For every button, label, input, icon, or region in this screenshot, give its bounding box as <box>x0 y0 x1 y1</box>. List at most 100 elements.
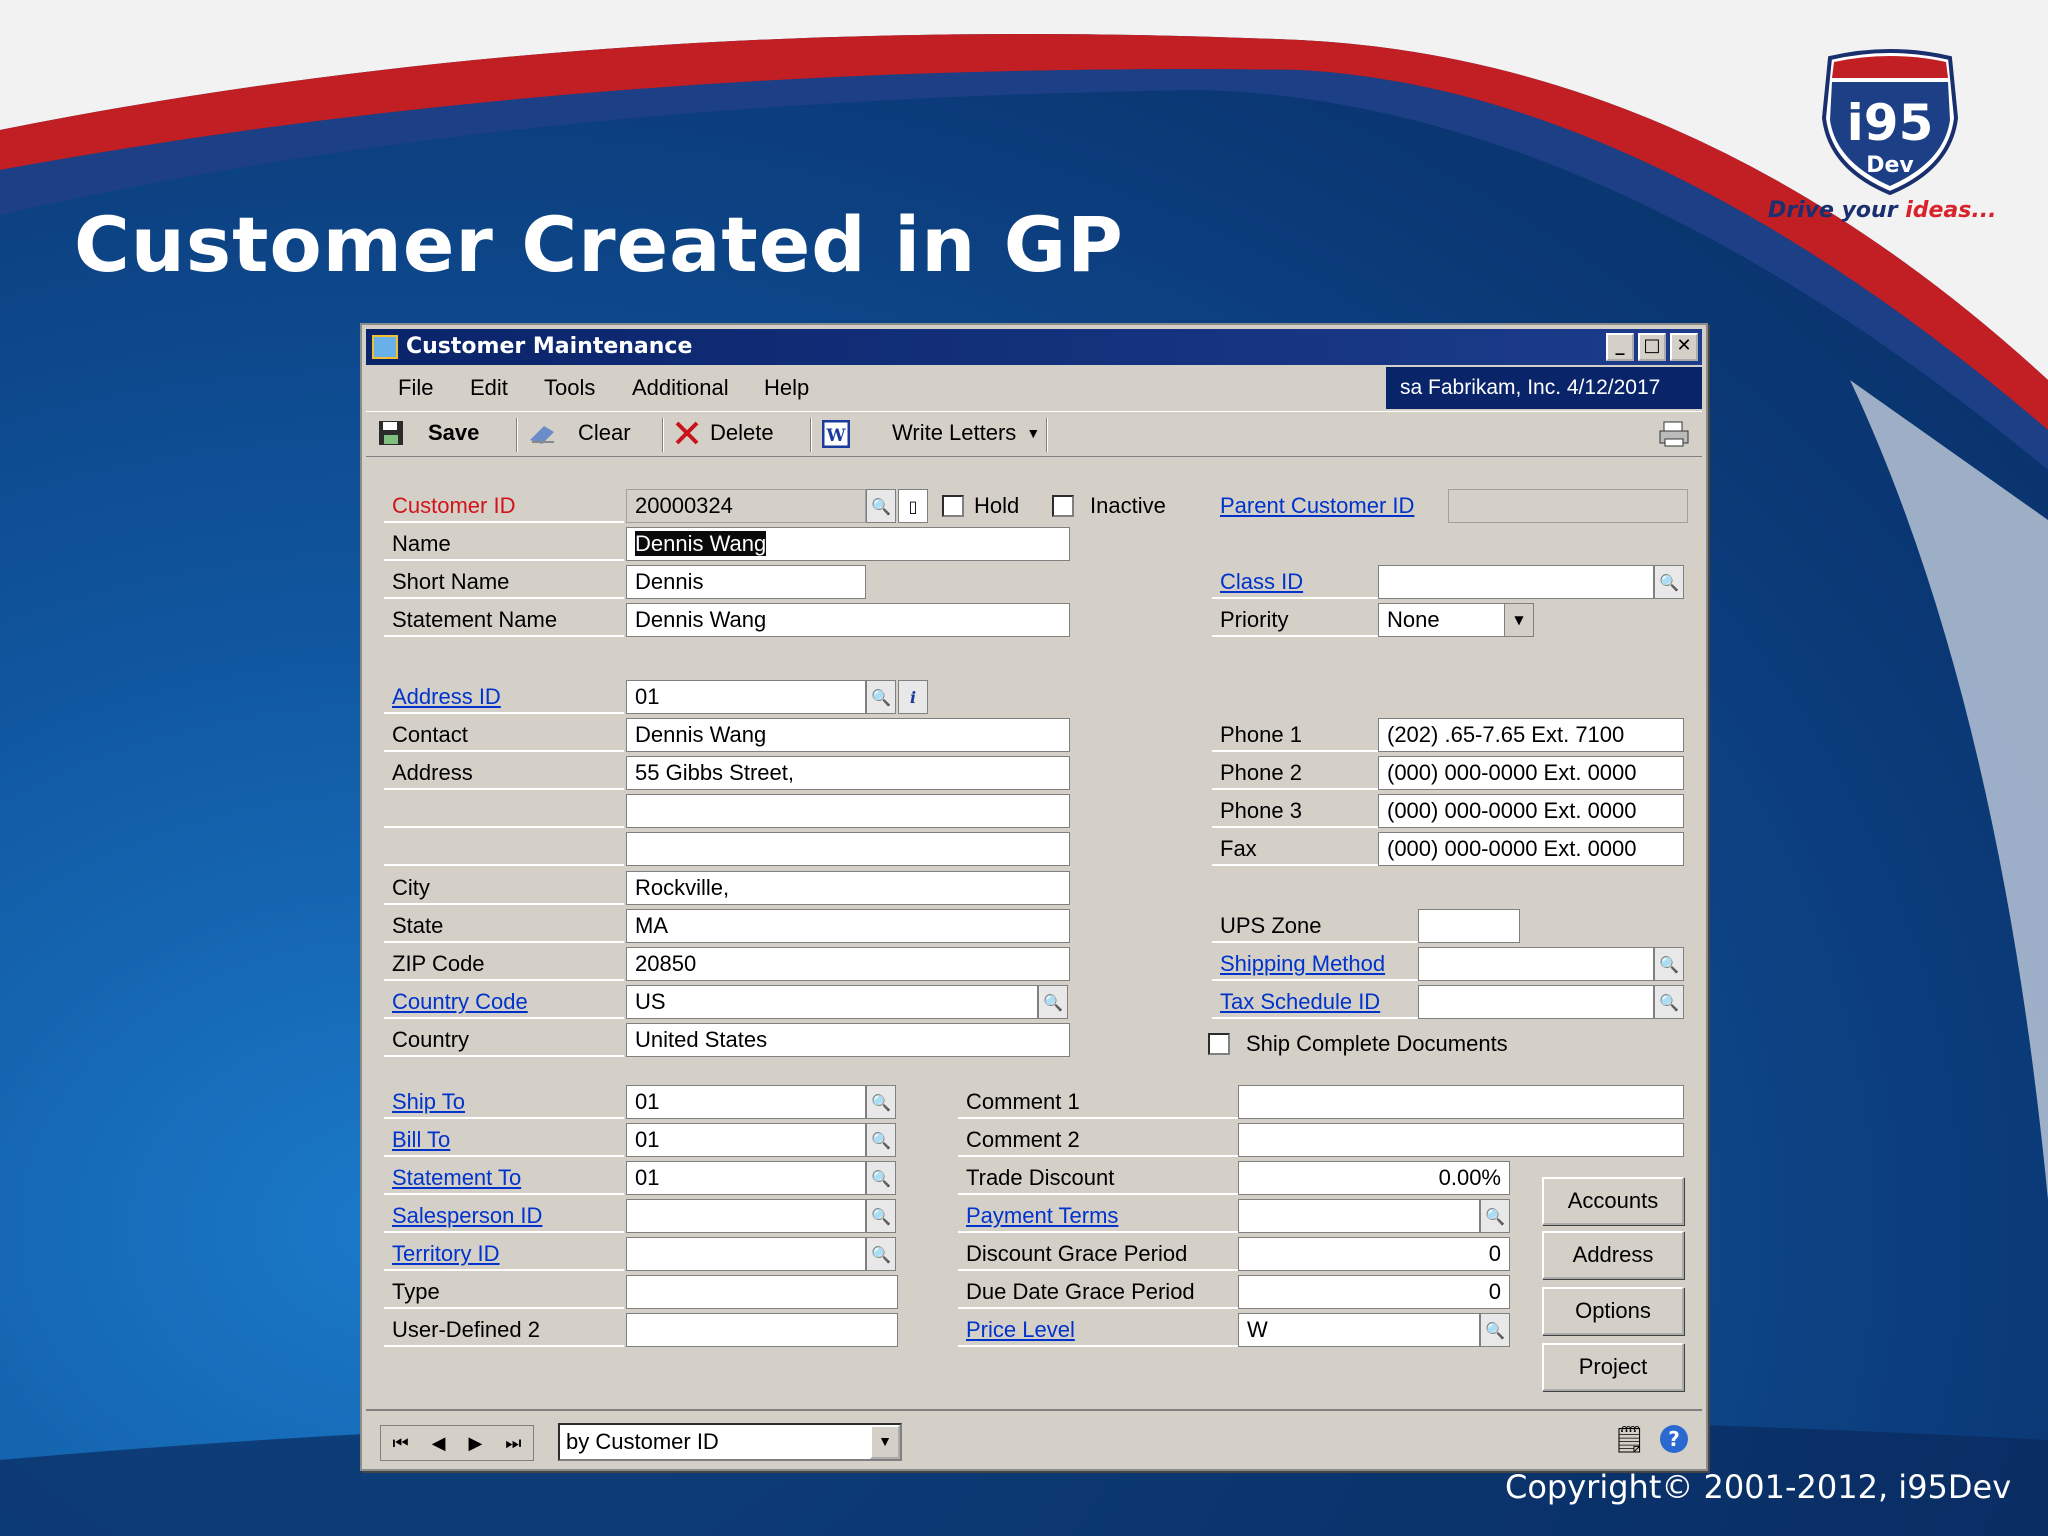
type-field[interactable] <box>626 1275 898 1309</box>
accounts-button[interactable]: Accounts <box>1542 1177 1684 1225</box>
class-id-link[interactable]: Class ID <box>1212 565 1378 599</box>
address-id-field[interactable]: 01 <box>626 680 866 714</box>
price-level-lookup[interactable]: 🔍 <box>1480 1313 1510 1347</box>
options-button[interactable]: Options <box>1542 1287 1684 1335</box>
territory-id-link[interactable]: Territory ID <box>384 1237 624 1271</box>
ship-to-field[interactable]: 01 <box>626 1085 866 1119</box>
ups-zone-field[interactable] <box>1418 909 1520 943</box>
territory-id-field[interactable] <box>626 1237 866 1271</box>
class-id-field[interactable] <box>1378 565 1654 599</box>
delete-button[interactable]: Delete <box>674 420 774 446</box>
name-field[interactable]: Dennis Wang <box>626 527 1070 561</box>
magnifier-icon: 🔍 <box>871 1168 891 1188</box>
statement-to-field[interactable]: 01 <box>626 1161 866 1195</box>
tax-schedule-id-link[interactable]: Tax Schedule ID <box>1212 985 1418 1019</box>
contact-label: Contact <box>384 718 624 752</box>
menu-edit[interactable]: Edit <box>470 375 508 401</box>
city-field[interactable]: Rockville, <box>626 871 1070 905</box>
word-button[interactable]: W <box>821 419 851 449</box>
address-line1-field[interactable]: 55 Gibbs Street, <box>626 756 1070 790</box>
trade-discount-field[interactable]: 0.00% <box>1238 1161 1510 1195</box>
help-icon[interactable]: ? <box>1660 1425 1688 1453</box>
menu-file[interactable]: File <box>398 375 433 401</box>
parent-customer-id-field[interactable] <box>1448 489 1688 523</box>
ship-complete-checkbox[interactable] <box>1208 1033 1230 1055</box>
print-button[interactable] <box>1658 420 1689 447</box>
user-defined2-field[interactable] <box>626 1313 898 1347</box>
fax-field[interactable]: (000) 000-0000 Ext. 0000 <box>1378 832 1684 866</box>
next-record-icon[interactable]: ▶ <box>468 1433 482 1454</box>
price-level-field[interactable]: W <box>1238 1313 1480 1347</box>
menu-help[interactable]: Help <box>764 375 809 401</box>
class-id-lookup[interactable]: 🔍 <box>1654 565 1684 599</box>
statement-name-field[interactable]: Dennis Wang <box>626 603 1070 637</box>
magnifier-icon: 🔍 <box>1659 954 1679 974</box>
zip-code-field[interactable]: 20850 <box>626 947 1070 981</box>
hold-checkbox[interactable] <box>942 495 964 517</box>
state-field[interactable]: MA <box>626 909 1070 943</box>
ship-to-link[interactable]: Ship To <box>384 1085 624 1119</box>
bill-to-lookup[interactable]: 🔍 <box>866 1123 896 1157</box>
first-record-icon[interactable]: ⏮ <box>392 1433 408 1454</box>
customer-note-button[interactable]: ▯ <box>898 489 928 523</box>
salesperson-id-field[interactable] <box>626 1199 866 1233</box>
inactive-label: Inactive <box>1090 493 1166 518</box>
phone1-field[interactable]: (202) .65-7.65 Ext. 7100 <box>1378 718 1684 752</box>
address-button[interactable]: Address <box>1542 1231 1684 1279</box>
parent-customer-id-link[interactable]: Parent Customer ID <box>1212 489 1432 523</box>
phone3-field[interactable]: (000) 000-0000 Ext. 0000 <box>1378 794 1684 828</box>
close-button[interactable]: ✕ <box>1670 333 1698 361</box>
address-id-lookup[interactable]: 🔍 <box>866 680 896 714</box>
address-info-button[interactable]: i <box>898 680 928 714</box>
statement-name-label: Statement Name <box>384 603 624 637</box>
payment-terms-link[interactable]: Payment Terms <box>958 1199 1238 1233</box>
comment2-field[interactable] <box>1238 1123 1684 1157</box>
phone2-field[interactable]: (000) 000-0000 Ext. 0000 <box>1378 756 1684 790</box>
customer-id-field[interactable]: 20000324 <box>626 489 866 523</box>
statement-to-lookup[interactable]: 🔍 <box>866 1161 896 1195</box>
menu-tools[interactable]: Tools <box>544 375 595 401</box>
sort-order-dropdown[interactable]: by Customer ID ▼ <box>558 1423 902 1461</box>
country-code-field[interactable]: US <box>626 985 1038 1019</box>
bill-to-field[interactable]: 01 <box>626 1123 866 1157</box>
write-letters-button[interactable]: Write Letters ▼ <box>892 420 1040 446</box>
address-id-link[interactable]: Address ID <box>384 680 624 714</box>
project-button[interactable]: Project <box>1542 1343 1684 1391</box>
inactive-checkbox[interactable] <box>1052 495 1074 517</box>
maximize-button[interactable]: □ <box>1638 333 1666 361</box>
priority-dropdown-button[interactable]: ▼ <box>1504 603 1534 637</box>
short-name-field[interactable]: Dennis <box>626 565 866 599</box>
save-button[interactable]: Save <box>378 420 479 446</box>
shipping-method-lookup[interactable]: 🔍 <box>1654 947 1684 981</box>
ship-to-lookup[interactable]: 🔍 <box>866 1085 896 1119</box>
address-line2-field[interactable] <box>626 794 1070 828</box>
comment1-field[interactable] <box>1238 1085 1684 1119</box>
clear-button[interactable]: Clear <box>528 420 631 446</box>
country-code-lookup[interactable]: 🔍 <box>1038 985 1068 1019</box>
price-level-link[interactable]: Price Level <box>958 1313 1238 1347</box>
bill-to-link[interactable]: Bill To <box>384 1123 624 1157</box>
last-record-icon[interactable]: ⏭ <box>505 1433 521 1454</box>
salesperson-id-link[interactable]: Salesperson ID <box>384 1199 624 1233</box>
minimize-button[interactable]: _ <box>1606 333 1634 361</box>
country-field[interactable]: United States <box>626 1023 1070 1057</box>
shipping-method-field[interactable] <box>1418 947 1654 981</box>
tax-schedule-id-lookup[interactable]: 🔍 <box>1654 985 1684 1019</box>
address-line3-field[interactable] <box>626 832 1070 866</box>
previous-record-icon[interactable]: ◀ <box>432 1433 446 1454</box>
menu-additional[interactable]: Additional <box>632 375 729 401</box>
discount-grace-period-field[interactable]: 0 <box>1238 1237 1510 1271</box>
magnifier-icon: 🔍 <box>871 1206 891 1226</box>
payment-terms-lookup[interactable]: 🔍 <box>1480 1199 1510 1233</box>
payment-terms-field[interactable] <box>1238 1199 1480 1233</box>
due-date-grace-period-field[interactable]: 0 <box>1238 1275 1510 1309</box>
tax-schedule-id-field[interactable] <box>1418 985 1654 1019</box>
country-code-link[interactable]: Country Code <box>384 985 624 1019</box>
customer-id-lookup[interactable]: 🔍 <box>866 489 896 523</box>
contact-field[interactable]: Dennis Wang <box>626 718 1070 752</box>
note-icon[interactable]: 🗒 <box>1613 1425 1646 1455</box>
statement-to-link[interactable]: Statement To <box>384 1161 624 1195</box>
territory-id-lookup[interactable]: 🔍 <box>866 1237 896 1271</box>
salesperson-id-lookup[interactable]: 🔍 <box>866 1199 896 1233</box>
shipping-method-link[interactable]: Shipping Method <box>1212 947 1418 981</box>
